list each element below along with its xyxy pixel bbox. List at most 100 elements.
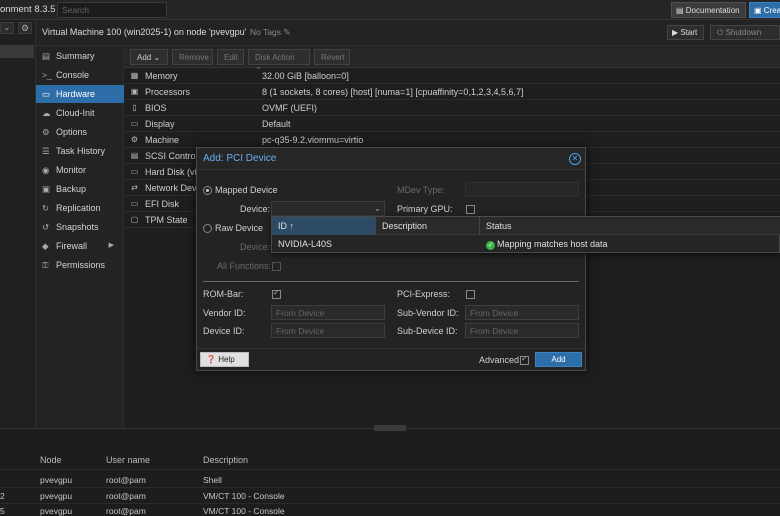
- add-hardware-button[interactable]: Add ⌄: [130, 49, 168, 65]
- snapshots-icon: ↺: [42, 222, 50, 232]
- documentation-button[interactable]: ▤ Documentation: [671, 2, 746, 18]
- search-input[interactable]: Search: [57, 2, 167, 18]
- disk-action-button[interactable]: Disk Action ⌄: [248, 49, 310, 71]
- column-header-id[interactable]: ID ↑: [278, 221, 294, 231]
- mapped-device-radio[interactable]: [203, 186, 212, 195]
- nav-item-label: Cloud-Init: [56, 108, 95, 118]
- task-node[interactable]: pvevgpu: [40, 506, 72, 516]
- nav-item-hardware[interactable]: ▭ Hardware: [36, 85, 124, 103]
- scsi-icon: ▤: [130, 151, 139, 160]
- column-header-node[interactable]: Node: [40, 455, 62, 465]
- column-header-status[interactable]: Status: [486, 221, 512, 231]
- nav-item-console[interactable]: >_ Console: [36, 66, 124, 84]
- nav-item-task-history[interactable]: ☰ Task History: [36, 142, 124, 160]
- raw-device-radio[interactable]: [203, 224, 212, 233]
- task-description[interactable]: Shell: [203, 475, 222, 485]
- nav-item-summary[interactable]: ▤ Summary: [36, 47, 124, 65]
- task-user[interactable]: root@pam: [106, 475, 146, 485]
- nav-item-cloud-init[interactable]: ☁ Cloud-Init: [36, 104, 124, 122]
- advanced-label: Advanced: [479, 355, 520, 365]
- start-label: Start: [680, 28, 698, 37]
- revert-button[interactable]: Revert: [314, 49, 350, 65]
- remove-button[interactable]: Remove: [172, 49, 213, 65]
- add-button[interactable]: Add: [535, 352, 582, 367]
- edit-button[interactable]: Edit: [217, 49, 244, 65]
- replication-icon: ↻: [42, 203, 50, 213]
- memory-icon: ▦: [130, 71, 139, 80]
- dialog-title: Add: PCI Device: [203, 153, 277, 164]
- column-header-description[interactable]: Description: [203, 455, 248, 465]
- hardware-name: Display: [145, 119, 175, 129]
- all-functions-label: All Functions:: [217, 261, 272, 271]
- tags-editor[interactable]: No Tags ✎: [250, 27, 291, 38]
- hardware-value: OVMF (UEFI): [262, 103, 317, 113]
- task-description[interactable]: VM/CT 100 - Console: [203, 491, 285, 501]
- hardware-value: 32.00 GiB [balloon=0]: [262, 71, 349, 81]
- hardware-icon: ▭: [42, 89, 51, 99]
- nav-item-permissions[interactable]: ⚿ Permissions: [36, 256, 124, 274]
- hardware-value: 8 (1 sockets, 8 cores) [host] [numa=1] […: [262, 87, 524, 97]
- tree-selected-item[interactable]: [0, 45, 34, 58]
- nav-item-label: Summary: [56, 51, 95, 61]
- column-header-description[interactable]: Description: [382, 221, 427, 231]
- hardware-row[interactable]: [124, 100, 780, 116]
- nav-item-label: Backup: [56, 184, 87, 194]
- machine-icon: ⚙: [130, 135, 139, 144]
- vm-title: Virtual Machine 100 (win2025-1) on node …: [42, 27, 247, 37]
- nav-item-monitor[interactable]: ◉ Monitor: [36, 161, 124, 179]
- check-circle-icon: ✓: [486, 241, 495, 250]
- rom-bar-label: ROM-Bar:: [203, 289, 244, 299]
- hardware-row[interactable]: [124, 116, 780, 132]
- row-divider: [0, 503, 780, 504]
- mdev-type-combobox[interactable]: [465, 182, 579, 197]
- mapped-device-label: Mapped Device: [215, 185, 278, 195]
- hardware-row[interactable]: [124, 68, 780, 84]
- shutdown-button[interactable]: ⏻ Shutdown: [710, 25, 780, 40]
- nav-item-firewall[interactable]: ◆ Firewall ▶: [36, 237, 124, 255]
- hardware-row[interactable]: [124, 132, 780, 148]
- rom-bar-checkbox[interactable]: [272, 288, 281, 299]
- hardware-name: BIOS: [145, 103, 167, 113]
- vendor-id-input[interactable]: From Device: [271, 305, 385, 320]
- device-option-id[interactable]: NVIDIA-L40S: [278, 239, 332, 249]
- task-user[interactable]: root@pam: [106, 506, 146, 516]
- nav-item-options[interactable]: ⚙ Options: [36, 123, 124, 141]
- primary-gpu-checkbox[interactable]: [466, 205, 475, 214]
- nav-item-snapshots[interactable]: ↺ Snapshots: [36, 218, 124, 236]
- nav-item-replication[interactable]: ↻ Replication: [36, 199, 124, 217]
- gear-icon[interactable]: ⚙: [18, 22, 32, 34]
- device-id-label: Device ID:: [203, 326, 245, 336]
- nav-item-backup[interactable]: ▣ Backup: [36, 180, 124, 198]
- device-id-input[interactable]: From Device: [271, 323, 385, 338]
- raw-device-label: Raw Device: [215, 223, 264, 233]
- device-option-status[interactable]: ✓ Mapping matches host data: [486, 239, 608, 250]
- network-icon: ⇄: [131, 183, 138, 192]
- task-node[interactable]: pvevgpu: [40, 475, 72, 485]
- panel-resize-handle[interactable]: [374, 425, 406, 431]
- all-functions-checkbox[interactable]: [272, 262, 281, 271]
- start-button[interactable]: ▶ Start: [667, 25, 704, 40]
- help-button[interactable]: ❓ Help: [200, 352, 249, 367]
- task-description[interactable]: VM/CT 100 - Console: [203, 506, 285, 516]
- task-node[interactable]: pvevgpu: [40, 491, 72, 501]
- vendor-id-label: Vendor ID:: [203, 308, 246, 318]
- advanced-checkbox[interactable]: [520, 354, 529, 365]
- sub-vendor-id-input[interactable]: From Device: [465, 305, 579, 320]
- chevron-down-icon: ⌄: [153, 53, 161, 62]
- device-combobox[interactable]: ⌄: [271, 201, 385, 216]
- sub-device-id-input[interactable]: From Device: [465, 323, 579, 338]
- task-user[interactable]: root@pam: [106, 491, 146, 501]
- pci-express-label: PCI-Express:: [397, 289, 451, 299]
- create-vm-button[interactable]: ▣ Crea: [749, 2, 780, 18]
- close-icon[interactable]: ✕: [569, 153, 581, 165]
- pci-express-checkbox[interactable]: [466, 290, 475, 299]
- sub-vendor-id-label: Sub-Vendor ID:: [397, 308, 459, 318]
- pencil-icon: ✎: [283, 27, 291, 37]
- create-label: Crea: [763, 6, 780, 15]
- view-selector-dropdown[interactable]: ⌄: [0, 22, 14, 34]
- column-header-user[interactable]: User name: [106, 455, 150, 465]
- nav-item-label: Snapshots: [56, 222, 99, 232]
- status-text: Mapping matches host data: [497, 239, 608, 249]
- monitor-icon: ◉: [42, 165, 50, 175]
- hardware-value: Default: [262, 119, 291, 129]
